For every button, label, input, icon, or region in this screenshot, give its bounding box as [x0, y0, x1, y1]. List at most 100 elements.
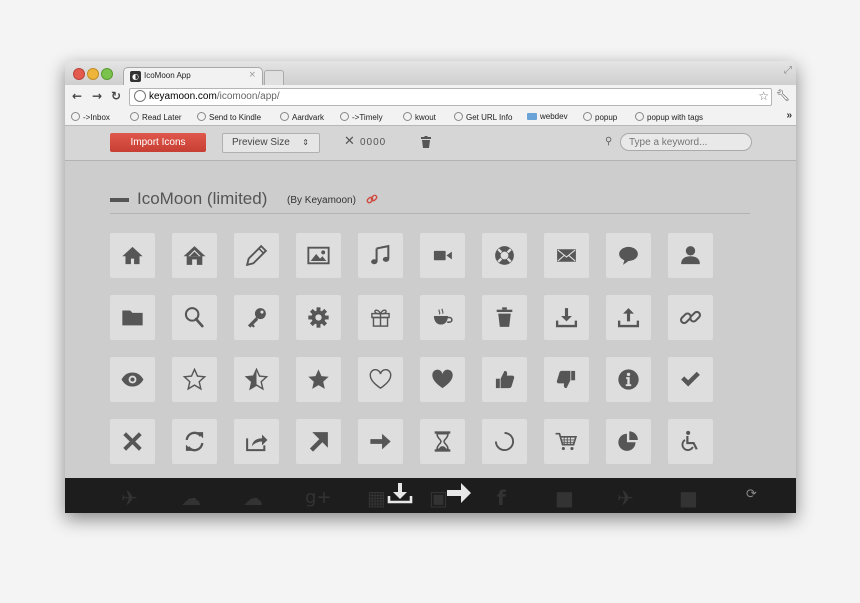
bookmarks-overflow-icon[interactable]: » [786, 110, 792, 121]
globe-icon [197, 112, 206, 121]
reload-icon[interactable]: ↻ [111, 89, 121, 103]
icon-tile-video[interactable] [420, 233, 465, 278]
home-icon [122, 246, 143, 265]
icon-tile-info[interactable] [606, 357, 651, 402]
rocket-icon: ✈︎ [121, 486, 138, 510]
browser-tab[interactable]: ◐ IcoMoon App × [123, 67, 263, 86]
icon-tile-download[interactable] [544, 295, 589, 340]
arrow-right-icon[interactable] [446, 482, 472, 504]
icon-tile-pie-chart[interactable] [606, 419, 651, 464]
preview-size-select[interactable]: Preview Size ⇕ [222, 133, 320, 153]
refresh-icon[interactable]: ⟳ [746, 487, 757, 502]
icon-tile-arrow-up-right[interactable] [296, 419, 341, 464]
icon-tile-arrow-right[interactable] [358, 419, 403, 464]
icon-tile-search[interactable] [172, 295, 217, 340]
bookmark-item[interactable]: popup with tags [635, 112, 703, 122]
globe-icon [583, 112, 592, 121]
bookmark-item[interactable]: Aardvark [280, 112, 324, 122]
close-window-button[interactable] [73, 68, 85, 80]
bookmark-star-icon[interactable]: ☆ [758, 89, 769, 103]
bookmark-folder[interactable]: webdev [527, 112, 568, 121]
icon-tile-folder[interactable] [110, 295, 155, 340]
icon-tile-checkmark[interactable] [668, 357, 713, 402]
download-icon[interactable] [387, 481, 413, 505]
icon-tile-eye[interactable] [110, 357, 155, 402]
address-bar[interactable]: keyamoon.com/icomoon/app/ ☆ [129, 88, 772, 106]
icon-tile-accessibility[interactable] [668, 419, 713, 464]
minimize-window-button[interactable] [87, 68, 99, 80]
icon-tile-spinner[interactable] [482, 419, 527, 464]
user-icon [681, 246, 700, 265]
fullscreen-icon[interactable]: ⤢ [784, 65, 792, 76]
icon-tile-star-half[interactable] [234, 357, 279, 402]
icon-set-author: (By Keyamoon) [287, 195, 356, 206]
icon-tile-close[interactable] [110, 419, 155, 464]
upload-icon [617, 308, 640, 328]
key-icon [247, 308, 266, 328]
search-input[interactable] [620, 133, 752, 151]
icon-tile-thumbs-up[interactable] [482, 357, 527, 402]
icon-tile-heart-full[interactable] [420, 357, 465, 402]
icon-tile-trash[interactable] [482, 295, 527, 340]
icon-tile-hourglass[interactable] [420, 419, 465, 464]
eye-icon [121, 372, 144, 387]
bookmark-item[interactable]: ->Timely [340, 112, 383, 122]
link-icon [680, 310, 701, 325]
icon-tile-cup[interactable] [420, 295, 465, 340]
selection-count: 0000 [360, 137, 387, 148]
icon-tile-music[interactable] [358, 233, 403, 278]
icon-tile-link[interactable] [668, 295, 713, 340]
new-tab-button[interactable] [264, 70, 284, 85]
cart-icon [555, 432, 578, 451]
icon-tile-image[interactable] [296, 233, 341, 278]
deselect-icon[interactable]: ✕ [344, 135, 355, 149]
bubble-icon [619, 246, 638, 265]
bookmark-item[interactable]: popup [583, 112, 617, 122]
icon-tile-bubble[interactable] [606, 233, 651, 278]
icon-tile-key[interactable] [234, 295, 279, 340]
icon-tile-cog[interactable] [296, 295, 341, 340]
icon-tile-heart-empty[interactable] [358, 357, 403, 402]
facebook-icon: f [497, 486, 506, 510]
image-icon [307, 246, 330, 265]
zoom-window-button[interactable] [101, 68, 113, 80]
app-toolbar: Import Icons Preview Size ⇕ ✕ 0000 ⚲ [65, 126, 796, 161]
bookmark-item[interactable]: ->Inbox [71, 112, 110, 122]
icon-tile-refresh[interactable] [172, 419, 217, 464]
bookmark-item[interactable]: Get URL Info [454, 112, 512, 122]
collapse-icon[interactable] [110, 198, 129, 202]
icon-tile-gift[interactable] [358, 295, 403, 340]
wrench-icon[interactable]: 🔧︎ [776, 89, 790, 102]
icon-tile-home[interactable] [110, 233, 155, 278]
bookmark-item[interactable]: Send to Kindle [197, 112, 261, 122]
calendar-icon: ▦ [367, 486, 386, 510]
info-icon [618, 369, 639, 390]
back-arrow-icon[interactable]: ← [72, 89, 82, 103]
icon-tile-home-alt[interactable] [172, 233, 217, 278]
folder-icon [122, 310, 143, 326]
bookmark-item[interactable]: Read Later [130, 112, 182, 122]
search-icon [184, 307, 204, 328]
gift-icon [371, 309, 390, 327]
tab-close-icon[interactable]: × [248, 70, 256, 80]
heart-full-icon [432, 369, 453, 389]
icon-tile-thumbs-down[interactable] [544, 357, 589, 402]
icon-tile-cart[interactable] [544, 419, 589, 464]
forward-arrow-icon[interactable]: → [92, 89, 102, 103]
icon-tile-upload[interactable] [606, 295, 651, 340]
icon-tile-star-empty[interactable] [172, 357, 217, 402]
link-icon[interactable] [366, 193, 378, 205]
icon-tile-user[interactable] [668, 233, 713, 278]
import-icons-button[interactable]: Import Icons [110, 133, 206, 152]
bookmark-item[interactable]: kwout [403, 112, 436, 122]
icon-tile-pencil[interactable] [234, 233, 279, 278]
icon-tile-share[interactable] [234, 419, 279, 464]
trash-icon[interactable] [421, 136, 431, 148]
share-icon [246, 434, 268, 452]
icon-tile-lifebuoy[interactable] [482, 233, 527, 278]
icon-tile-star-full[interactable] [296, 357, 341, 402]
folder-icon [527, 113, 537, 120]
accessibility-icon [681, 430, 698, 451]
icon-tile-mail[interactable] [544, 233, 589, 278]
home-alt-icon [183, 246, 206, 265]
